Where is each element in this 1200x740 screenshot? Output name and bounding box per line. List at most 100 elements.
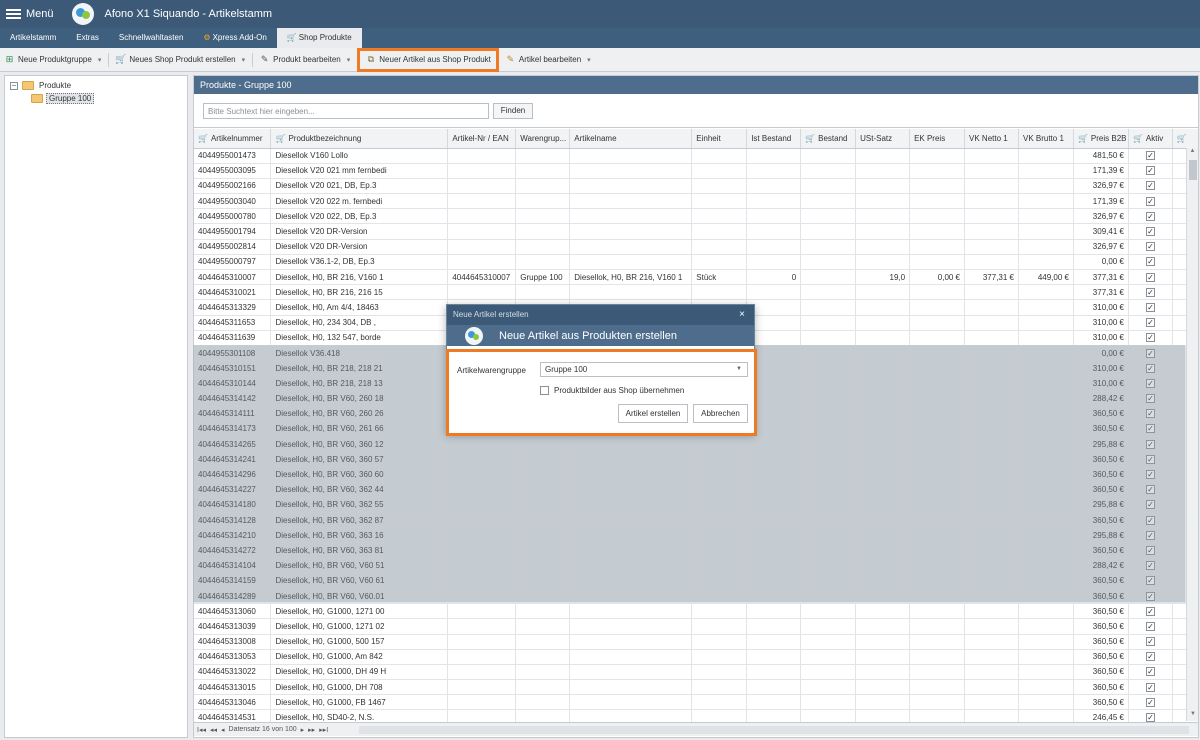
- new-group-button[interactable]: ⊞ Neue Produktgruppe: [0, 49, 96, 71]
- column-header[interactable]: VK Netto 1: [964, 129, 1019, 149]
- table-row[interactable]: 4044645313008 Diesellok, H0, G1000, 500 1…: [194, 634, 1198, 650]
- next-record-icon[interactable]: ▸: [301, 726, 305, 734]
- next-page-icon[interactable]: ▸▸: [308, 726, 315, 734]
- vertical-scrollbar[interactable]: ▲ ▼: [1186, 148, 1198, 721]
- tree-label-produkte[interactable]: Produkte: [37, 81, 73, 90]
- chevron-down-icon[interactable]: ▾: [242, 56, 246, 64]
- table-cell: [855, 679, 911, 696]
- table-cell: [569, 208, 693, 225]
- edit-product-button[interactable]: ✎ Produkt bearbeiten: [255, 49, 345, 71]
- table-row[interactable]: 4044645313053 Diesellok, H0, G1000, Am 84…: [194, 649, 1198, 665]
- table-row[interactable]: 4044645313022 Diesellok, H0, G1000, DH 49…: [194, 664, 1198, 681]
- column-header[interactable]: Einheit: [691, 129, 748, 149]
- active-checkbox[interactable]: ✓: [1145, 667, 1155, 677]
- new-article-from-shop-button[interactable]: ⧉ Neuer Artikel aus Shop Produkt: [357, 47, 499, 72]
- column-header[interactable]: Ist Bestand: [746, 129, 802, 149]
- new-article-from-shop-label: Neuer Artikel aus Shop Produkt: [379, 55, 491, 64]
- active-checkbox[interactable]: ✓: [1145, 682, 1155, 692]
- table-row[interactable]: 4044955001473 Diesellok V160 Lollo 481,50 …: [194, 148, 1198, 164]
- first-record-icon[interactable]: I◂◂: [197, 726, 206, 734]
- prev-page-icon[interactable]: ◂◂: [210, 726, 217, 734]
- active-checkbox[interactable]: ✓: [1145, 211, 1155, 221]
- column-header[interactable]: Artikelname: [569, 129, 693, 149]
- table-row[interactable]: 4044955000797 Diesellok V36.1-2, DB, Ep.3…: [194, 254, 1198, 271]
- active-checkbox[interactable]: ✓: [1145, 227, 1155, 237]
- last-record-icon[interactable]: ▸▸I: [319, 726, 328, 734]
- tab-artikelstamm[interactable]: Artikelstamm: [0, 28, 66, 48]
- table-row[interactable]: 4044955003040 Diesellok V20 022 m. fernbe…: [194, 193, 1198, 210]
- column-header[interactable]: Artikel-Nr / EAN: [447, 129, 517, 149]
- table-row[interactable]: 4044955001794 Diesellok V20 DR-Version 309…: [194, 223, 1198, 240]
- scroll-thumb[interactable]: [1188, 160, 1197, 180]
- horizontal-scrollbar[interactable]: [359, 726, 1189, 734]
- record-status: Datensatz 16 von 100: [228, 726, 297, 733]
- table-row[interactable]: 4044645310007 Diesellok, H0, BR 216, V160…: [194, 269, 1198, 286]
- collapse-icon[interactable]: −: [10, 81, 18, 90]
- active-checkbox[interactable]: ✓: [1145, 621, 1155, 631]
- column-header[interactable]: Warengrup...: [515, 129, 571, 149]
- active-checkbox[interactable]: ✓: [1145, 606, 1155, 616]
- active-checkbox[interactable]: ✓: [1145, 272, 1155, 282]
- active-checkbox[interactable]: ✓: [1145, 287, 1155, 297]
- active-checkbox[interactable]: ✓: [1145, 151, 1155, 161]
- column-header-extra[interactable]: 🛒: [1172, 129, 1198, 149]
- table-row[interactable]: 4044645313046 Diesellok, H0, G1000, FB 14…: [194, 694, 1198, 711]
- table-cell: [855, 254, 911, 271]
- active-checkbox[interactable]: ✓: [1145, 637, 1155, 647]
- active-checkbox[interactable]: ✓: [1145, 652, 1155, 662]
- create-articles-button[interactable]: Artikel erstellen: [618, 404, 688, 423]
- search-input[interactable]: [203, 103, 489, 119]
- checkbox-box[interactable]: [540, 386, 549, 395]
- tree-label-gruppe[interactable]: Gruppe 100: [46, 93, 95, 104]
- table-row[interactable]: 4044955002166 Diesellok V20 021, DB, Ep.3…: [194, 178, 1198, 195]
- active-checkbox[interactable]: ✓: [1145, 166, 1155, 176]
- table-row[interactable]: 4044645310021 Diesellok, H0, BR 216, 216 …: [194, 284, 1198, 301]
- chevron-down-icon[interactable]: ▾: [587, 56, 591, 64]
- column-header[interactable]: VK Brutto 1: [1018, 129, 1074, 149]
- column-header[interactable]: 🛒 Artikelnummer: [194, 129, 272, 149]
- tab-schnellwahltasten[interactable]: Schnellwahltasten: [109, 28, 193, 48]
- table-cell: Diesellok, H0, G1000, DH 708: [270, 679, 449, 696]
- active-checkbox[interactable]: ✓: [1145, 302, 1155, 312]
- table-row[interactable]: 4044955002814 Diesellok V20 DR-Version 326…: [194, 239, 1198, 255]
- column-header[interactable]: 🛒 Aktiv: [1128, 129, 1173, 149]
- scroll-down-icon[interactable]: ▼: [1187, 711, 1198, 721]
- product-tree: − Produkte Gruppe 100: [4, 75, 188, 738]
- table-row[interactable]: 4044645313015 Diesellok, H0, G1000, DH 70…: [194, 679, 1198, 696]
- menu-button[interactable]: Menü: [0, 0, 60, 28]
- chevron-down-icon[interactable]: ▾: [98, 56, 102, 64]
- table-row[interactable]: 4044955003095 Diesellok V20 021 mm fernbe…: [194, 163, 1198, 179]
- active-checkbox[interactable]: ✓: [1145, 196, 1155, 206]
- new-shop-product-button[interactable]: 🛒 Neues Shop Produkt erstellen: [111, 49, 239, 71]
- tab-shop-produkte[interactable]: 🛒 Shop Produkte: [276, 28, 362, 48]
- chevron-down-icon[interactable]: ▾: [347, 56, 351, 64]
- column-header[interactable]: USt-Satz: [855, 129, 911, 149]
- table-row[interactable]: 4044645313060 Diesellok, H0, G1000, 1271 …: [194, 603, 1198, 620]
- find-button[interactable]: Finden: [493, 103, 533, 119]
- active-checkbox[interactable]: ✓: [1145, 318, 1155, 328]
- tab-extras[interactable]: Extras: [66, 28, 109, 48]
- product-images-checkbox[interactable]: Produktbilder aus Shop übernehmen: [540, 386, 684, 395]
- active-checkbox[interactable]: ✓: [1145, 333, 1155, 343]
- column-header[interactable]: EK Preis: [909, 129, 966, 149]
- cancel-button[interactable]: Abbrechen: [693, 404, 748, 423]
- active-checkbox[interactable]: ✓: [1145, 242, 1155, 252]
- active-checkbox[interactable]: ✓: [1145, 257, 1155, 267]
- tab-xpress-addon[interactable]: ⚙ Xpress Add-On: [193, 28, 276, 48]
- active-checkbox[interactable]: ✓: [1145, 697, 1155, 707]
- table-cell: [800, 163, 857, 179]
- column-header[interactable]: 🛒 Produktbezeichnung: [270, 129, 449, 149]
- table-row[interactable]: 4044645313039 Diesellok, H0, G1000, 1271 …: [194, 618, 1198, 635]
- table-cell: 360,50 €: [1073, 618, 1129, 635]
- active-checkbox[interactable]: ✓: [1145, 181, 1155, 191]
- table-row[interactable]: 4044955000780 Diesellok V20 022, DB, Ep.3…: [194, 208, 1198, 225]
- column-header[interactable]: 🛒 Preis B2B: [1073, 129, 1129, 149]
- article-group-select[interactable]: Gruppe 100 ▼: [540, 362, 748, 377]
- table-cell: 310,00 €: [1073, 299, 1129, 316]
- column-header[interactable]: 🛒 Bestand: [800, 129, 857, 149]
- close-icon[interactable]: ×: [739, 305, 745, 325]
- scroll-up-icon[interactable]: ▲: [1187, 148, 1198, 158]
- edit-article-button[interactable]: ✎ Artikel bearbeiten: [501, 49, 585, 71]
- active-checkbox[interactable]: ✓: [1145, 713, 1155, 723]
- prev-record-icon[interactable]: ◂: [221, 726, 225, 734]
